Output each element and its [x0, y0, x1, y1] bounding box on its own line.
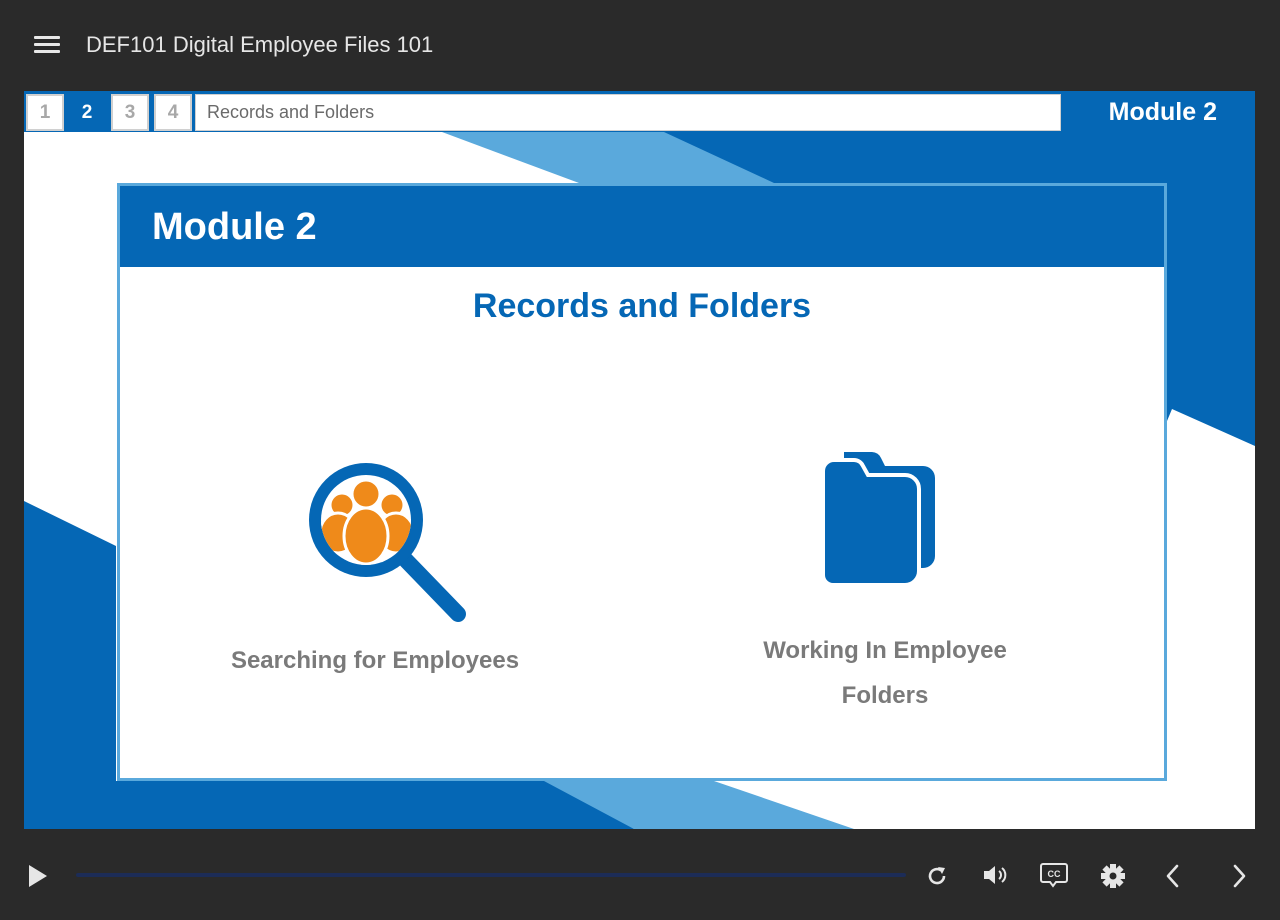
- volume-icon[interactable]: [982, 863, 1010, 887]
- tab-1[interactable]: 1: [26, 94, 64, 131]
- module-card: Module 2 Records and Folders Searching f…: [117, 183, 1167, 781]
- settings-icon[interactable]: [1100, 863, 1126, 889]
- slide: 1 2 3 4 Records and Folders Module 2 Mod…: [24, 91, 1255, 829]
- top-bar: DEF101 Digital Employee Files 101: [0, 0, 1280, 90]
- option-label: Searching for Employees: [230, 647, 520, 674]
- card-header: Module 2: [120, 186, 1164, 267]
- progress-bar[interactable]: [76, 873, 906, 877]
- course-title: DEF101 Digital Employee Files 101: [86, 32, 434, 57]
- module-corner-label: Module 2: [1108, 98, 1217, 126]
- previous-icon[interactable]: [1164, 864, 1182, 888]
- player-controls: CC: [0, 829, 1280, 920]
- magnifier-people-icon: [309, 463, 466, 622]
- captions-icon[interactable]: CC: [1040, 862, 1068, 888]
- hamburger-menu-icon[interactable]: [34, 36, 60, 54]
- replay-icon[interactable]: [925, 864, 949, 888]
- card-subtitle: Records and Folders: [472, 287, 812, 325]
- svg-text:CC: CC: [1048, 869, 1061, 879]
- option-working-in-employee-folders[interactable]: Working In Employee Folders: [660, 444, 1110, 724]
- tab-3[interactable]: 3: [111, 94, 149, 131]
- option-label: Working In Employee Folders: [763, 637, 1007, 709]
- folder-icon: [821, 452, 935, 587]
- card-heading: Module 2: [152, 206, 317, 248]
- next-icon[interactable]: [1231, 864, 1249, 888]
- tab-4[interactable]: 4: [154, 94, 192, 131]
- topic-title: Records and Folders: [195, 94, 1061, 131]
- play-icon[interactable]: [27, 864, 49, 888]
- tab-2[interactable]: 2: [68, 94, 106, 131]
- option-searching-for-employees[interactable]: Searching for Employees: [180, 454, 570, 684]
